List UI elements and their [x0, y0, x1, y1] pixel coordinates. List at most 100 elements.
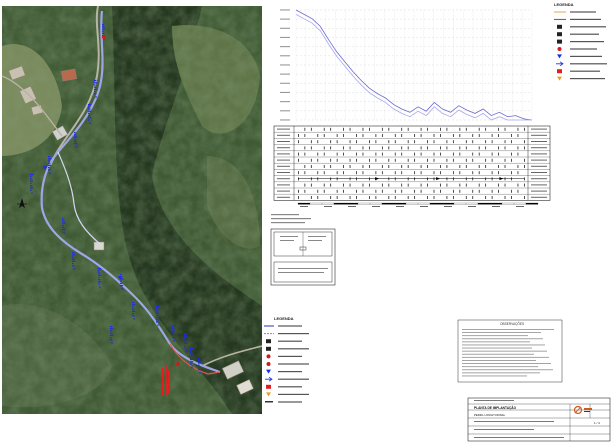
table-cell — [465, 158, 467, 162]
detail-box-heading — [271, 214, 311, 224]
table-cell — [388, 158, 390, 162]
table-cell — [343, 189, 344, 193]
table-cell — [323, 146, 325, 150]
table-cell — [394, 189, 396, 193]
table-cell — [330, 165, 332, 168]
table-cell — [317, 196, 319, 199]
table-cell — [414, 177, 416, 181]
table-cell — [427, 158, 428, 162]
table-cell — [472, 177, 474, 181]
profile-grid — [280, 9, 533, 121]
table-cell — [310, 146, 312, 150]
table-cell — [323, 171, 325, 175]
scale-tick-label — [444, 206, 452, 207]
table-cell — [298, 177, 299, 181]
note-line — [462, 366, 538, 368]
table-cell — [369, 146, 370, 150]
table-cell — [446, 183, 448, 187]
table-cell — [394, 152, 396, 156]
table-cell — [465, 177, 467, 181]
table-cell — [304, 171, 306, 175]
table-cell — [478, 134, 480, 137]
table-cell — [433, 152, 435, 156]
table-cell — [440, 165, 441, 168]
table-cell — [498, 134, 499, 137]
table-cell — [349, 140, 351, 144]
table-cell — [452, 189, 454, 193]
note-line — [462, 356, 549, 358]
table-cell — [407, 183, 409, 187]
table-cell — [343, 134, 344, 137]
table-cell — [407, 165, 409, 168]
table-cell — [433, 158, 435, 162]
table-cell — [511, 196, 512, 199]
elevation-tick-label — [280, 9, 290, 11]
table-cell — [511, 134, 512, 137]
table-cell — [427, 146, 428, 150]
elevation-tick-label — [280, 82, 290, 84]
table-cell — [323, 189, 325, 193]
table-cell — [304, 165, 306, 168]
table-cell — [440, 127, 441, 131]
table-cell — [504, 177, 506, 181]
table-cell — [343, 152, 344, 156]
table-cell — [317, 152, 319, 156]
table-cell — [381, 183, 383, 187]
table-row-label — [277, 172, 290, 173]
table-cell — [446, 165, 448, 168]
table-cell — [388, 146, 390, 150]
sheet-number: 1 / 4 — [594, 421, 600, 425]
table-cell — [394, 177, 396, 181]
table-cell — [375, 152, 377, 156]
table-cell — [381, 134, 383, 137]
elevation-tick-label — [280, 36, 290, 38]
note-line — [462, 347, 532, 349]
table-cell — [427, 177, 428, 181]
table-cell — [414, 171, 416, 175]
table-cell — [420, 146, 422, 150]
table-cell — [304, 183, 306, 187]
table-cell — [517, 127, 519, 131]
table-cell — [369, 127, 370, 131]
table-cell — [381, 189, 383, 193]
table-cell — [511, 171, 512, 175]
table-cell — [356, 171, 357, 175]
note-line — [462, 372, 540, 374]
elevation-tick-label — [280, 110, 290, 112]
elevation-tick-label — [280, 64, 290, 66]
table-cell — [478, 146, 480, 150]
profile-legend-title: LEGENDA — [554, 2, 574, 7]
table-cell — [446, 177, 448, 181]
table-cell — [414, 134, 416, 137]
table-cell — [394, 140, 396, 144]
legend-box-icon — [557, 32, 599, 37]
table-cell — [504, 146, 506, 150]
highlight-labels — [162, 366, 170, 396]
table-cell — [491, 189, 493, 193]
table-cell — [362, 127, 364, 131]
table-cell — [446, 127, 448, 131]
table-cell — [452, 196, 454, 199]
table-row-label — [277, 184, 290, 186]
table-cell — [491, 196, 493, 199]
table-cell — [511, 140, 512, 144]
table-cell — [491, 177, 493, 181]
table-cell — [336, 196, 338, 199]
table-cell — [362, 146, 364, 150]
table-row-label — [531, 153, 547, 155]
elevation-tick-label — [280, 73, 290, 75]
scale-tick-label — [516, 206, 524, 207]
note-line — [462, 332, 541, 333]
table-cell — [401, 189, 403, 193]
table-cell — [472, 189, 474, 193]
scale-bar — [297, 202, 539, 207]
table-row-label — [277, 178, 290, 180]
table-cell — [491, 171, 493, 175]
table-cell — [381, 171, 383, 175]
table-cell — [465, 127, 467, 131]
table-row-label — [277, 165, 290, 167]
note-line — [462, 369, 553, 371]
table-cell — [433, 196, 435, 199]
table-cell — [381, 165, 383, 168]
table-cell — [504, 127, 506, 131]
